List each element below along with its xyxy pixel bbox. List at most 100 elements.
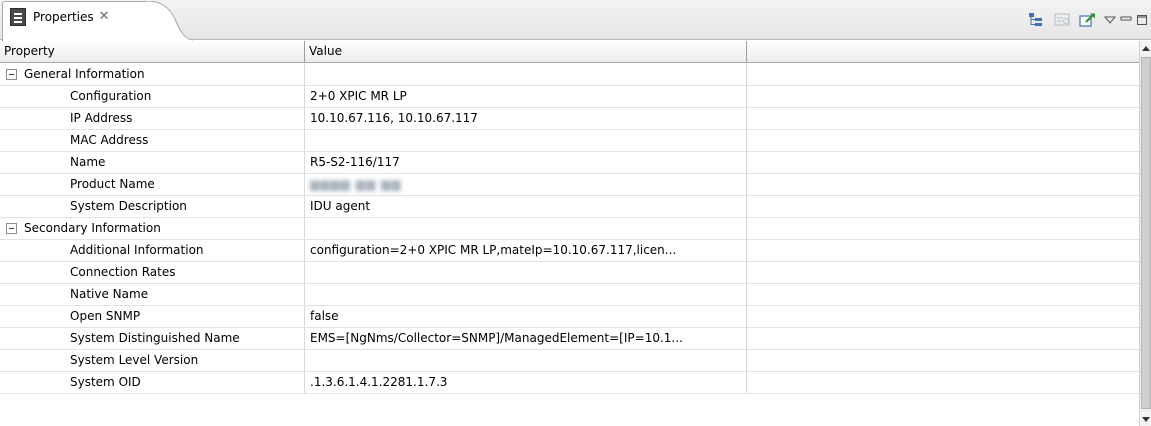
category-row[interactable]: Secondary Information: [0, 218, 1139, 240]
maximize-button[interactable]: [1135, 9, 1149, 31]
property-cell: System Level Version: [0, 350, 305, 371]
property-cell: Name: [0, 152, 305, 173]
table-row[interactable]: Native Name: [0, 284, 1139, 306]
show-categories-button[interactable]: [1025, 9, 1047, 31]
extra-cell: [747, 152, 1139, 173]
tab-title: Properties: [33, 10, 94, 24]
property-label: MAC Address: [70, 133, 149, 147]
category-row[interactable]: General Information: [0, 64, 1139, 86]
table-row[interactable]: Open SNMP false: [0, 306, 1139, 328]
table-row[interactable]: Name R5-S2-116/117: [0, 152, 1139, 174]
table-row[interactable]: IP Address 10.10.67.116, 10.10.67.117: [0, 108, 1139, 130]
view-menu-icon: [1104, 16, 1116, 24]
value-cell[interactable]: EMS=[NgNms/Collector=SNMP]/ManagedElemen…: [305, 328, 747, 349]
extra-cell: [747, 108, 1139, 129]
value-cell[interactable]: configuration=2+0 XPIC MR LP,mateIp=10.1…: [305, 240, 747, 261]
extra-cell: [747, 350, 1139, 371]
property-label: System Level Version: [70, 353, 199, 367]
extra-cell: [747, 240, 1139, 261]
table-row[interactable]: System Distinguished Name EMS=[NgNms/Coll…: [0, 328, 1139, 350]
table-row[interactable]: System Level Version: [0, 350, 1139, 372]
property-label: Additional Information: [70, 243, 204, 257]
property-cell: Native Name: [0, 284, 305, 305]
extra-cell: [747, 372, 1139, 393]
table-row[interactable]: Configuration 2+0 XPIC MR LP: [0, 86, 1139, 108]
value-cell[interactable]: ▆▆▆▆ ▆▆ ▆▆: [305, 174, 747, 195]
property-label: Product Name: [70, 177, 155, 191]
property-cell: Connection Rates: [0, 262, 305, 283]
property-cell: Configuration: [0, 86, 305, 107]
table-row[interactable]: Additional Information configuration=2+0 …: [0, 240, 1139, 262]
value-cell[interactable]: [305, 284, 747, 305]
property-cell: General Information: [0, 64, 305, 85]
property-label: Name: [70, 155, 106, 169]
redacted-value: ▆▆▆▆ ▆▆ ▆▆: [310, 177, 402, 191]
minimize-button[interactable]: [1119, 9, 1133, 31]
show-advanced-icon: [1054, 13, 1070, 26]
property-label: Open SNMP: [70, 309, 141, 323]
column-header-extra: [747, 41, 1139, 63]
table-row[interactable]: System Description IDU agent: [0, 196, 1139, 218]
vertical-scrollbar[interactable]: [1139, 41, 1151, 426]
value-cell[interactable]: false: [305, 306, 747, 327]
value-cell[interactable]: IDU agent: [305, 196, 747, 217]
property-label: Connection Rates: [70, 265, 176, 279]
value-cell[interactable]: [305, 262, 747, 283]
arrow-down-icon: [1142, 416, 1150, 422]
extra-cell: [747, 86, 1139, 107]
view-tab-bar: Properties ✕: [0, 0, 1151, 41]
restore-default-button[interactable]: [1077, 9, 1099, 31]
scroll-thumb[interactable]: [1141, 57, 1151, 409]
maximize-icon: [1137, 15, 1147, 25]
extra-cell: [747, 284, 1139, 305]
value-cell[interactable]: [305, 64, 747, 85]
view-toolbar: [1025, 8, 1151, 32]
extra-cell: [747, 328, 1139, 349]
value-cell[interactable]: .1.3.6.1.4.1.2281.1.7.3: [305, 372, 747, 393]
property-cell: Open SNMP: [0, 306, 305, 327]
value-cell[interactable]: 10.10.67.116, 10.10.67.117: [305, 108, 747, 129]
extra-cell: [747, 306, 1139, 327]
table-row[interactable]: MAC Address: [0, 130, 1139, 152]
value-cell[interactable]: [305, 130, 747, 151]
properties-view-icon: [10, 8, 26, 26]
scroll-down-button[interactable]: [1140, 412, 1151, 426]
property-label: Configuration: [70, 89, 152, 103]
table-row[interactable]: System OID .1.3.6.1.4.1.2281.1.7.3: [0, 372, 1139, 394]
restore-default-icon: [1079, 13, 1095, 27]
value-cell[interactable]: R5-S2-116/117: [305, 152, 747, 173]
property-label: Native Name: [70, 287, 149, 301]
property-label: System Description: [70, 199, 187, 213]
value-cell[interactable]: 2+0 XPIC MR LP: [305, 86, 747, 107]
property-cell: Secondary Information: [0, 218, 305, 239]
value-cell[interactable]: [305, 218, 747, 239]
extra-cell: [747, 174, 1139, 195]
property-cell: System Distinguished Name: [0, 328, 305, 349]
property-label: System Distinguished Name: [70, 331, 240, 345]
column-header-property[interactable]: Property: [0, 41, 305, 63]
extra-cell: [747, 262, 1139, 283]
property-cell: System OID: [0, 372, 305, 393]
view-menu-button[interactable]: [1103, 9, 1117, 31]
value-cell[interactable]: [305, 350, 747, 371]
property-cell: Additional Information: [0, 240, 305, 261]
property-label: System OID: [70, 375, 141, 389]
properties-tab[interactable]: Properties ✕: [2, 1, 148, 41]
table-row[interactable]: Connection Rates: [0, 262, 1139, 284]
show-advanced-button[interactable]: [1051, 9, 1073, 31]
scroll-up-button[interactable]: [1140, 41, 1151, 55]
show-categories-icon: [1029, 13, 1042, 26]
property-label: IP Address: [70, 111, 133, 125]
tab-curve: [147, 1, 193, 41]
column-header-value[interactable]: Value: [305, 41, 747, 63]
collapse-icon[interactable]: [6, 69, 17, 80]
extra-cell: [747, 130, 1139, 151]
property-label: Secondary Information: [24, 221, 161, 235]
collapse-icon[interactable]: [6, 223, 17, 234]
arrow-up-icon: [1142, 45, 1150, 51]
table-row[interactable]: Product Name ▆▆▆▆ ▆▆ ▆▆: [0, 174, 1139, 196]
close-icon[interactable]: ✕: [99, 8, 110, 26]
extra-cell: [747, 196, 1139, 217]
property-label: General Information: [24, 67, 145, 81]
properties-table: Property Value General Information Config…: [0, 41, 1139, 426]
